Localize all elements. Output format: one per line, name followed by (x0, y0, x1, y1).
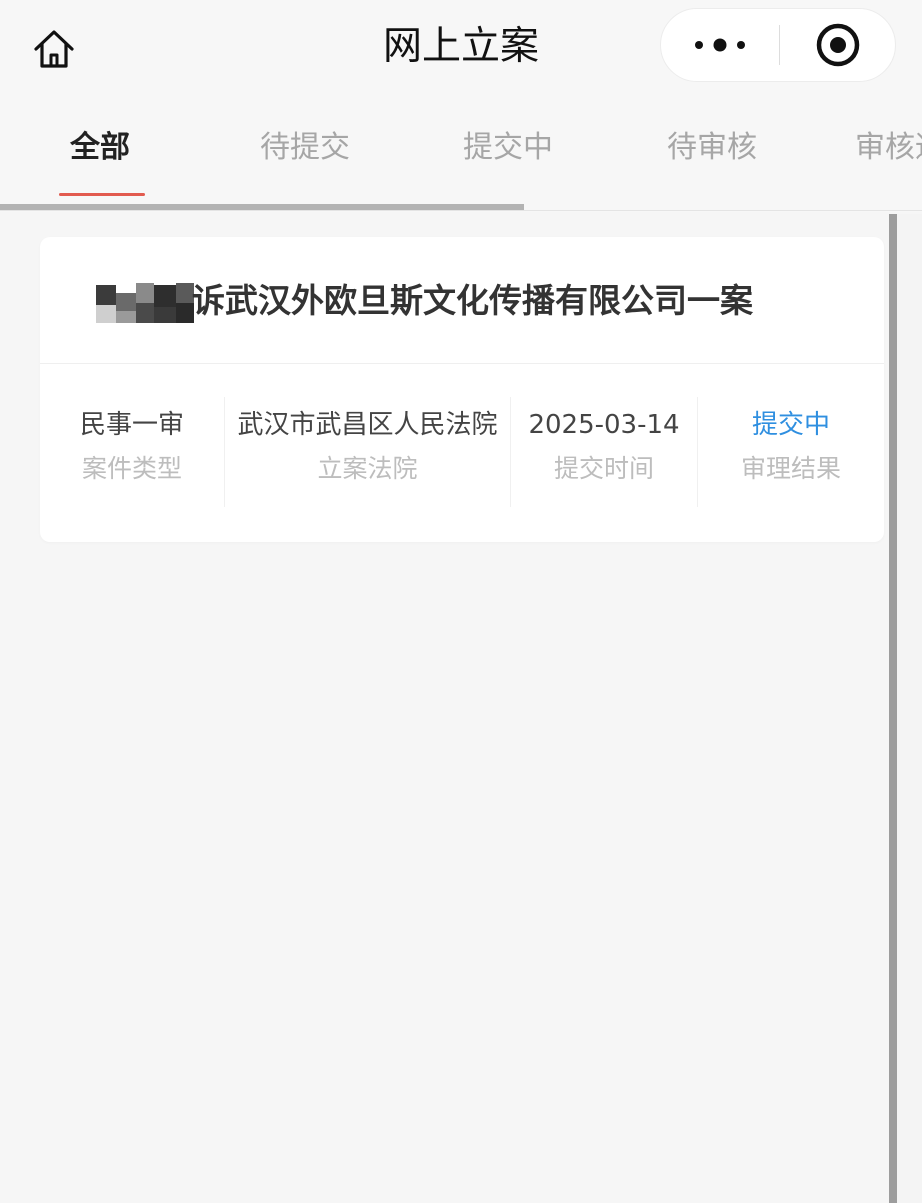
case-card[interactable]: 诉武汉外欧旦斯文化传播有限公司一案 民事一审 案件类型 武汉市武昌区人民法院 立… (40, 237, 884, 542)
court-value: 武汉市武昌区人民法院 (237, 410, 498, 440)
tab-all[interactable]: 全部 (70, 126, 130, 170)
tab-divider (0, 210, 922, 211)
tab-pending-submit[interactable]: 待提交 (260, 126, 350, 170)
court-label: 立案法院 (317, 454, 418, 483)
submit-time-label: 提交时间 (553, 454, 654, 483)
active-tab-indicator (59, 193, 145, 196)
submit-time-column: 2025-03-14 提交时间 (511, 405, 697, 505)
scrollbar-track (897, 214, 922, 1203)
mini-program-capsule (660, 8, 896, 82)
more-button[interactable] (661, 9, 779, 81)
target-circle-icon (816, 23, 860, 67)
case-type-value: 民事一审 (79, 410, 184, 440)
case-type-column: 民事一审 案件类型 (40, 405, 224, 505)
case-type-label: 案件类型 (81, 454, 182, 483)
status-tabs: 全部 待提交 提交中 待审核 审核通 (0, 96, 922, 212)
case-title: 诉武汉外欧旦斯文化传播有限公司一案 (192, 281, 753, 320)
redacted-name-mosaic (96, 283, 196, 323)
tab-submitting[interactable]: 提交中 (463, 126, 553, 170)
result-status-value: 提交中 (751, 410, 830, 440)
result-label: 审理结果 (740, 454, 841, 483)
tab-pending-review[interactable]: 待审核 (667, 126, 757, 170)
result-column: 提交中 审理结果 (698, 405, 884, 505)
case-title-row[interactable]: 诉武汉外欧旦斯文化传播有限公司一案 (40, 237, 884, 364)
navigation-bar: 网上立案 (0, 0, 922, 96)
close-button[interactable] (780, 9, 896, 81)
tab-review-passed[interactable]: 审核通 (855, 126, 922, 170)
court-column: 武汉市武昌区人民法院 立案法院 (225, 405, 510, 505)
more-dots-icon (695, 38, 745, 52)
submit-time-value: 2025-03-14 (528, 410, 680, 440)
vertical-scrollbar[interactable] (889, 214, 897, 1203)
